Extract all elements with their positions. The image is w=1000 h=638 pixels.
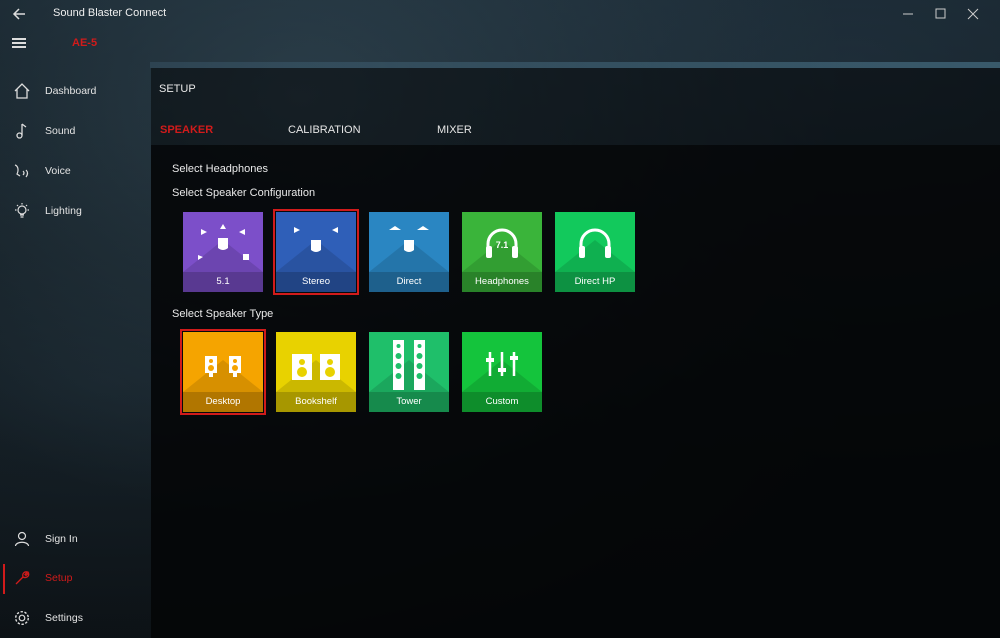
sidebar-item-label: Setup: [45, 572, 73, 584]
sliders-icon: [462, 352, 542, 392]
sidebar-item-label: Lighting: [45, 205, 82, 217]
speaker-config-heading: Select Speaker Configuration: [172, 187, 316, 199]
voice-icon: [13, 162, 31, 180]
desktop-speakers-icon: [183, 356, 263, 392]
select-headphones-heading[interactable]: Select Headphones: [172, 163, 268, 175]
wrench-icon: [13, 569, 31, 587]
sidebar-item-voice[interactable]: Voice: [0, 155, 150, 189]
user-icon: [13, 530, 31, 548]
tile-label: Tower: [369, 392, 449, 412]
tile-label: Desktop: [183, 392, 263, 412]
close-button[interactable]: [958, 4, 988, 24]
sidebar-item-lighting[interactable]: Lighting: [0, 195, 150, 229]
app-title: Sound Blaster Connect: [53, 7, 167, 19]
sidebar-item-label: Voice: [45, 165, 71, 177]
bookshelf-speakers-icon: [276, 354, 356, 392]
device-name: AE-5: [72, 37, 98, 49]
back-arrow-icon[interactable]: [10, 4, 30, 24]
tab-mixer[interactable]: MIXER: [437, 124, 472, 136]
tile-label: Direct HP: [555, 272, 635, 292]
speaker-type-heading: Select Speaker Type: [172, 308, 274, 320]
type-tile-tower[interactable]: Tower: [369, 332, 449, 412]
sidebar-item-label: Dashboard: [45, 85, 97, 97]
bulb-icon: [13, 202, 31, 220]
sidebar-item-sign-in[interactable]: Sign In: [0, 523, 150, 557]
stereo-icon: [276, 227, 356, 272]
tab-speaker[interactable]: SPEAKER: [160, 124, 213, 136]
type-tile-custom[interactable]: Custom: [462, 332, 542, 412]
config-tile-direct-hp[interactable]: Direct HP: [555, 212, 635, 292]
config-tile-5-1[interactable]: 5.1: [183, 212, 263, 292]
headphones-icon: 7.1: [462, 228, 542, 272]
tile-label: Headphones: [462, 272, 542, 292]
sidebar-item-setup[interactable]: Setup: [0, 562, 150, 596]
tab-calibration[interactable]: CALIBRATION: [288, 124, 361, 136]
minimize-button[interactable]: [893, 4, 923, 24]
maximize-button[interactable]: [925, 4, 955, 24]
sidebar-item-settings[interactable]: Settings: [0, 602, 150, 636]
active-indicator: [3, 564, 5, 594]
page-title: SETUP: [159, 83, 196, 95]
tower-speakers-icon: [369, 340, 449, 392]
type-tile-desktop[interactable]: Desktop: [180, 329, 266, 415]
sidebar-item-sound[interactable]: Sound: [0, 115, 150, 149]
tile-label: Bookshelf: [276, 392, 356, 412]
sidebar-item-dashboard[interactable]: Dashboard: [0, 75, 150, 109]
music-note-icon: [13, 122, 31, 140]
direct-icon: [369, 226, 449, 272]
home-icon: [13, 82, 31, 100]
type-tile-bookshelf[interactable]: Bookshelf: [276, 332, 356, 412]
config-tile-direct[interactable]: Direct: [369, 212, 449, 292]
sidebar-item-label: Settings: [45, 612, 83, 624]
tile-label: Custom: [462, 392, 542, 412]
tile-label: Direct: [369, 272, 449, 292]
surround-5-1-icon: [183, 224, 263, 272]
sidebar-item-label: Sound: [45, 125, 76, 137]
svg-text:7.1: 7.1: [496, 240, 509, 250]
gear-icon: [13, 609, 31, 627]
tile-label: 5.1: [183, 272, 263, 292]
sidebar-item-label: Sign In: [45, 533, 78, 545]
title-bar: Sound Blaster Connect: [0, 0, 1000, 28]
hamburger-menu-icon[interactable]: [12, 38, 26, 48]
config-tile-stereo[interactable]: Stereo: [273, 209, 359, 295]
direct-headphones-icon: [555, 228, 635, 272]
config-tile-headphones[interactable]: 7.1 Headphones: [462, 212, 542, 292]
tile-label: Stereo: [276, 272, 356, 292]
